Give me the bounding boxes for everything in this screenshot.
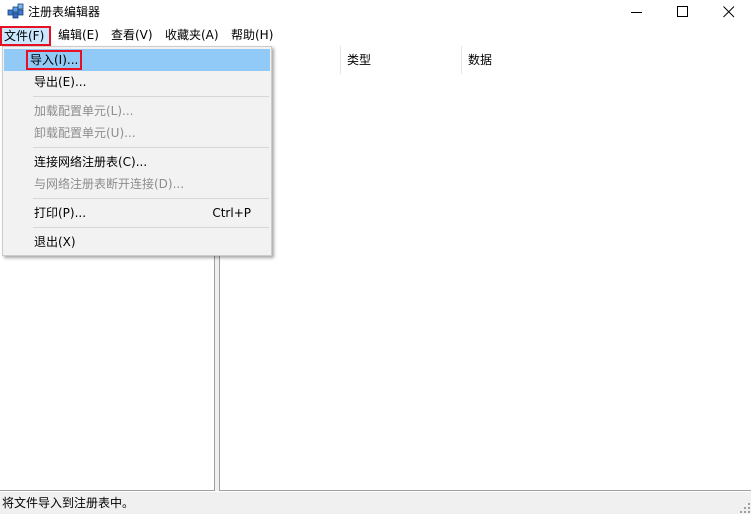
column-header-type[interactable]: 类型	[341, 46, 462, 74]
minimize-icon	[631, 12, 642, 13]
menu-item-connect-network-registry[interactable]: 连接网络注册表(C)...	[4, 151, 270, 173]
maximize-icon	[677, 6, 688, 17]
menu-item-disconnect-network-registry: 与网络注册表断开连接(D)...	[34, 177, 185, 191]
menu-item-print-label: 打印(P)...	[34, 206, 87, 220]
registry-editor-app-icon	[7, 3, 24, 19]
menu-item-import[interactable]: 导入(I)...	[4, 49, 270, 71]
menu-separator	[33, 227, 269, 228]
menu-item-print-shortcut: Ctrl+P	[212, 206, 251, 220]
window-title: 注册表编辑器	[28, 5, 101, 19]
minimize-button[interactable]	[614, 0, 660, 24]
list-header: 名称 类型 数据	[220, 46, 751, 74]
menu-item-unload-hive: 卸载配置单元(U)...	[34, 126, 136, 140]
value-list-pane[interactable]: 名称 类型 数据	[219, 46, 751, 491]
file-menu-dropdown: 导入(I)... 导出(E)... 加载配置单元(L)... 卸载配置单元(U)…	[2, 46, 272, 256]
title-bar[interactable]: 注册表编辑器	[0, 0, 751, 24]
registry-editor-window: 注册表编辑器 文件(F) 编辑(E) 查看(V) 收藏夹(A) 帮助(H) 类型…	[0, 0, 751, 514]
column-header-data[interactable]: 数据	[462, 46, 751, 74]
menu-separator	[33, 147, 269, 148]
menu-item-exit[interactable]: 退出(X)	[4, 231, 270, 253]
close-icon	[723, 6, 735, 18]
menu-view[interactable]: 查看(V)	[107, 26, 157, 46]
menu-help[interactable]: 帮助(H)	[227, 26, 277, 46]
status-text: 将文件导入到注册表中。	[2, 496, 135, 510]
menu-separator	[33, 198, 269, 199]
menu-item-load-hive: 加载配置单元(L)...	[34, 104, 134, 118]
close-button[interactable]	[706, 0, 751, 24]
maximize-button[interactable]	[660, 0, 706, 24]
menu-favorites[interactable]: 收藏夹(A)	[161, 26, 223, 46]
menu-bar: 文件(F) 编辑(E) 查看(V) 收藏夹(A) 帮助(H)	[0, 26, 751, 46]
status-bar: 将文件导入到注册表中。	[0, 491, 751, 514]
menu-separator	[33, 96, 269, 97]
menu-item-import-label: 导入(I)...	[26, 50, 83, 70]
menu-item-print[interactable]: 打印(P)... Ctrl+P	[4, 202, 270, 224]
menu-edit[interactable]: 编辑(E)	[54, 26, 103, 46]
menu-item-export[interactable]: 导出(E)...	[4, 71, 270, 93]
menu-file[interactable]: 文件(F)	[0, 26, 51, 46]
resize-grip-icon[interactable]	[739, 502, 751, 514]
